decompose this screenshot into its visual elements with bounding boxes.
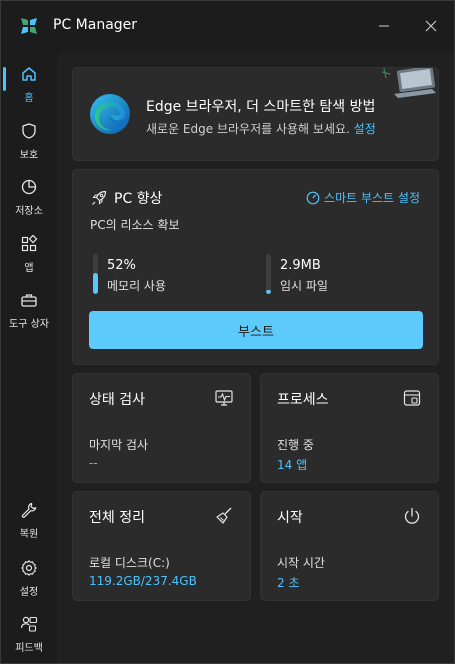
rocket-icon	[92, 190, 107, 205]
pc-boost-card: PC 향상 스마트 부스트 설정 PC의 리소스 확보 52% 메모리 사용 2…	[72, 169, 439, 365]
main-content: Edge 브라우저, 더 스마트한 탐색 방법 새로운 Edge 브라우저를 사…	[57, 51, 454, 663]
storage-pie-icon	[21, 179, 37, 195]
sidebar-item-label: 복원	[19, 529, 39, 540]
memory-meter-fill	[93, 273, 98, 294]
sidebar: 홈 보호 저장소 앱 도구 상자 복원 설정 피드백	[1, 51, 57, 663]
close-icon	[425, 20, 437, 32]
health-check-title: 상태 검사	[89, 392, 145, 408]
temp-meter-track	[266, 254, 271, 294]
running-apps-value: 14 앱	[277, 458, 308, 472]
edge-logo-icon	[90, 94, 130, 134]
sidebar-item-label: 도구 상자	[9, 319, 49, 330]
feedback-icon	[20, 616, 38, 632]
last-scan-label: 마지막 검사	[89, 438, 149, 452]
sidebar-item-toolbox[interactable]: 도구 상자	[1, 291, 57, 330]
deep-cleanup-title: 전체 정리	[89, 510, 145, 526]
laptop-illustration-icon	[381, 68, 436, 98]
broom-icon	[216, 507, 232, 524]
home-icon	[22, 67, 36, 81]
sidebar-item-label: 앱	[24, 263, 34, 274]
sidebar-item-storage[interactable]: 저장소	[1, 178, 57, 217]
gear-icon	[21, 560, 37, 576]
banner-title: Edge 브라우저, 더 스마트한 탐색 방법	[146, 99, 376, 115]
temp-files-meter: 2.9MB 임시 파일	[266, 254, 426, 298]
speedometer-icon	[306, 191, 320, 204]
shield-icon	[22, 123, 36, 139]
window-title: PC Manager	[53, 17, 138, 33]
sidebar-item-apps[interactable]: 앱	[1, 235, 57, 274]
sidebar-item-protection[interactable]: 보호	[1, 122, 57, 161]
sidebar-item-label: 피드백	[15, 643, 43, 654]
boost-button[interactable]: 부스트	[89, 311, 423, 349]
temp-files-value: 2.9MB	[280, 258, 321, 273]
memory-usage-meter: 52% 메모리 사용	[93, 254, 253, 298]
sidebar-item-label: 보호	[19, 150, 39, 161]
banner-settings-link[interactable]: 설정	[354, 122, 376, 136]
title-bar: PC Manager	[1, 1, 454, 51]
memory-usage-value: 52%	[107, 258, 136, 273]
memory-meter-track	[93, 254, 98, 294]
process-window-icon	[403, 390, 421, 406]
startup-time-value: 2 초	[277, 576, 300, 590]
close-button[interactable]	[417, 13, 445, 39]
sidebar-item-home[interactable]: 홈	[1, 65, 57, 104]
local-disk-label: 로컬 디스크(C:)	[89, 556, 170, 570]
pc-manager-logo-icon	[21, 18, 37, 34]
banner-subtitle: 새로운 Edge 브라우저를 사용해 보세요. 설정	[146, 120, 376, 137]
startup-title: 시작	[277, 510, 303, 526]
sidebar-item-label: 저장소	[15, 206, 43, 217]
banner-subtitle-text: 새로운 Edge 브라우저를 사용해 보세요.	[146, 122, 350, 136]
wrench-icon	[21, 502, 37, 518]
sidebar-item-label: 홈	[24, 93, 34, 104]
boost-header: PC 향상	[90, 188, 162, 208]
smart-boost-settings-label: 스마트 부스트 설정	[324, 191, 420, 205]
minimize-button[interactable]	[370, 13, 398, 39]
process-title: 프로세스	[277, 392, 329, 408]
startup-tile[interactable]: 시작 시작 시간 2 초	[260, 491, 439, 601]
running-label: 진행 중	[277, 438, 314, 452]
power-icon	[404, 507, 420, 524]
sidebar-item-settings[interactable]: 설정	[1, 559, 57, 598]
boost-subtitle: PC의 리소스 확보	[90, 218, 180, 232]
process-tile[interactable]: 프로세스 진행 중 14 앱	[260, 373, 439, 483]
last-scan-value: --	[89, 456, 98, 470]
sidebar-item-restore[interactable]: 복원	[1, 501, 57, 540]
health-check-tile[interactable]: 상태 검사 마지막 검사 --	[72, 373, 251, 483]
temp-files-label: 임시 파일	[280, 279, 328, 293]
apps-grid-icon	[21, 235, 38, 252]
temp-meter-fill	[266, 290, 271, 294]
health-monitor-icon	[215, 390, 233, 406]
sidebar-item-label: 설정	[19, 587, 39, 598]
edge-promo-banner[interactable]: Edge 브라우저, 더 스마트한 탐색 방법 새로운 Edge 브라우저를 사…	[72, 67, 439, 161]
sidebar-item-feedback[interactable]: 피드백	[1, 615, 57, 654]
memory-usage-label: 메모리 사용	[107, 279, 167, 293]
deep-cleanup-tile[interactable]: 전체 정리 로컬 디스크(C:) 119.2GB/237.4GB	[72, 491, 251, 601]
boost-title: PC 향상	[114, 191, 163, 207]
minimize-icon	[379, 25, 389, 27]
smart-boost-settings-link[interactable]: 스마트 부스트 설정	[306, 189, 420, 206]
app-window: PC Manager 홈 보호 저장소 앱 도구 상자 복원 설정 피드백 Ed…	[0, 0, 455, 664]
toolbox-icon	[21, 294, 37, 307]
disk-usage-value: 119.2GB/237.4GB	[89, 574, 197, 588]
startup-time-label: 시작 시간	[277, 556, 325, 570]
